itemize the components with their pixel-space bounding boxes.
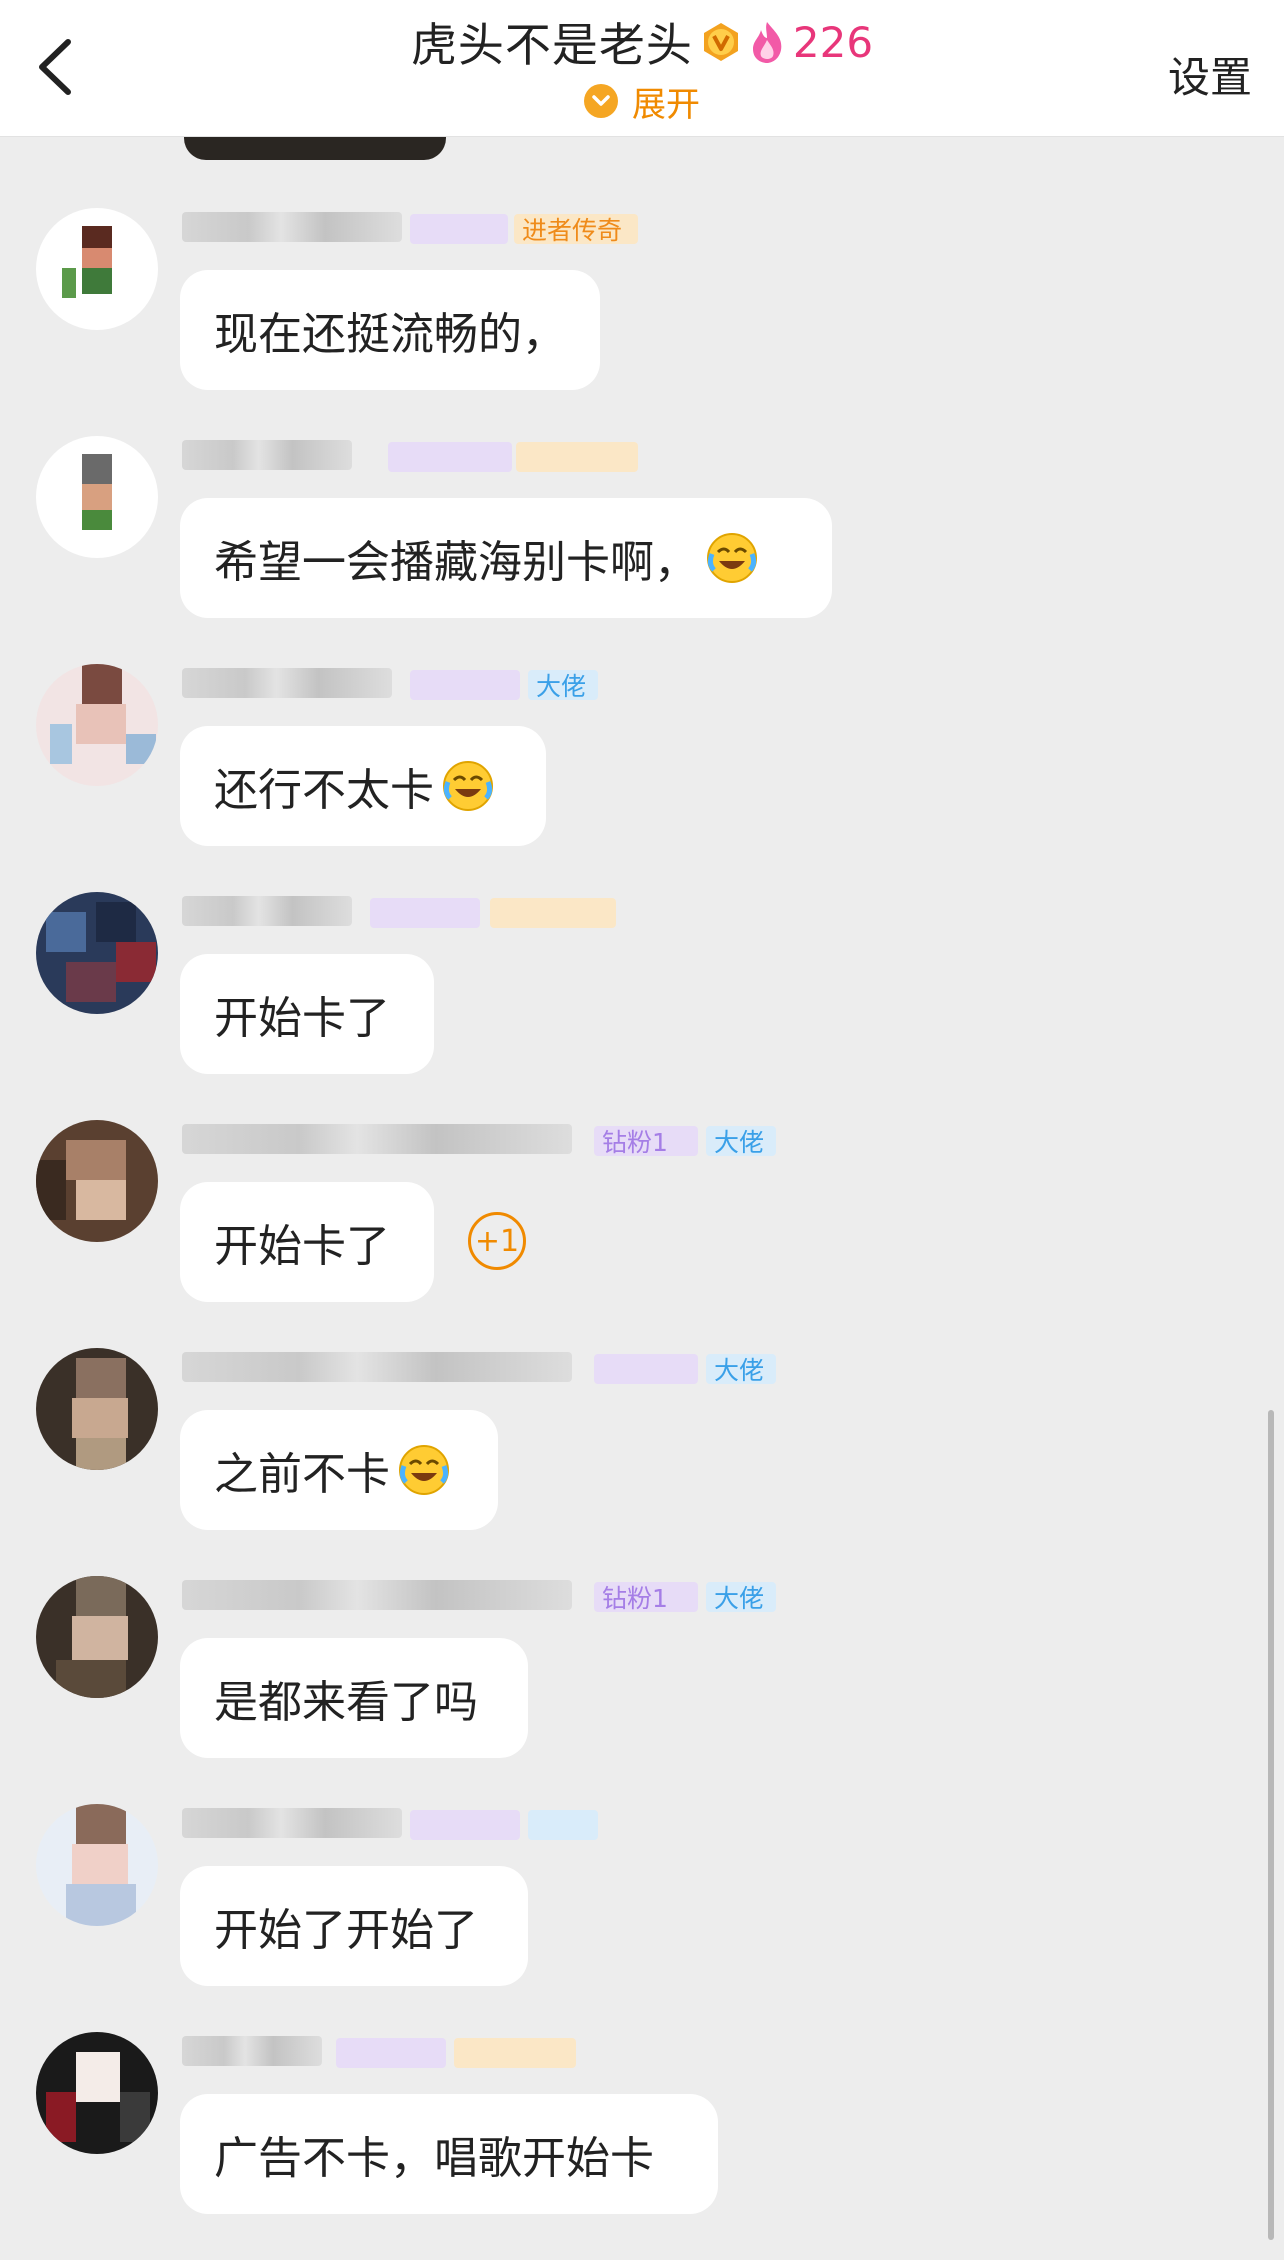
expand-toggle[interactable]: 展开: [0, 78, 1284, 125]
message-text: 希望一会播藏海别卡啊，: [214, 537, 698, 588]
tears-of-joy-icon: [707, 533, 757, 583]
username: [182, 1124, 572, 1154]
fan-badge: [410, 1810, 520, 1840]
message-text: 开始卡了: [214, 1221, 390, 1272]
avatar[interactable]: [36, 1804, 158, 1926]
chat-message: 钻粉1 大佬 是都来看了吗: [0, 1576, 1284, 1804]
avatar[interactable]: [36, 436, 158, 558]
boss-badge: 大佬: [706, 1354, 776, 1385]
avatar[interactable]: [36, 664, 158, 786]
username: [182, 1352, 572, 1382]
avatar[interactable]: [36, 1348, 158, 1470]
fan-badge: [370, 898, 480, 928]
group-title[interactable]: 虎头不是老头: [411, 9, 693, 75]
fan-badge: [336, 2038, 446, 2068]
message-text: 之前不卡: [214, 1449, 390, 1500]
chat-message: 钻粉1 大佬 开始卡了: [0, 1120, 1284, 1348]
fan-badge: [410, 214, 508, 244]
message-bubble[interactable]: 开始了开始了: [180, 1866, 528, 1986]
message-bubble[interactable]: 还行不太卡: [180, 726, 546, 846]
boss-badge: 大佬: [528, 670, 598, 701]
message-bubble[interactable]: 开始卡了: [180, 954, 434, 1074]
username: [182, 668, 392, 698]
tears-of-joy-icon: [399, 1445, 449, 1495]
message-text: 开始了开始了: [214, 1905, 478, 1956]
message-text: 广告不卡，唱歌开始卡: [214, 2133, 654, 2184]
chat-header: 虎头不是老头 226 展开 设置: [0, 0, 1284, 137]
message-bubble[interactable]: 是都来看了吗: [180, 1638, 528, 1758]
message-text: 是都来看了吗: [214, 1677, 478, 1728]
fan-badge: 钻粉1: [594, 1582, 698, 1613]
chat-message: 开始卡了: [0, 892, 1284, 1120]
avatar[interactable]: [36, 1576, 158, 1698]
avatar[interactable]: [36, 208, 158, 330]
boss-badge: [528, 1810, 598, 1840]
message-bubble[interactable]: 开始卡了: [180, 1182, 434, 1302]
fan-badge: 钻粉1: [594, 1126, 698, 1157]
chat-message: 大佬 还行不太卡: [0, 664, 1284, 892]
flame-icon: [752, 22, 782, 63]
chevron-down-icon: [584, 84, 618, 118]
message-text: 开始卡了: [214, 993, 390, 1044]
message-bubble[interactable]: 现在还挺流畅的，: [180, 270, 600, 390]
avatar[interactable]: [36, 1120, 158, 1242]
settings-button[interactable]: 设置: [1168, 44, 1252, 105]
message-text: 还行不太卡: [214, 765, 434, 816]
username: [182, 212, 402, 242]
fan-badge: [410, 670, 520, 700]
chat-message: 进者传奇 现在还挺流畅的，: [0, 208, 1284, 436]
avatar[interactable]: [36, 2032, 158, 2154]
avatar[interactable]: [36, 892, 158, 1014]
tears-of-joy-icon: [443, 761, 493, 811]
username: [182, 1808, 402, 1838]
chat-message: 开始了开始了: [0, 1804, 1284, 2032]
message-bubble[interactable]: 希望一会播藏海别卡啊，: [180, 498, 832, 618]
boss-badge: 大佬: [706, 1582, 776, 1613]
title-row: 虎头不是老头 226: [0, 9, 1284, 75]
chat-message: 广告不卡，唱歌开始卡: [0, 2032, 1284, 2260]
username: [182, 896, 352, 926]
username: [182, 440, 352, 470]
message-bubble[interactable]: 广告不卡，唱歌开始卡: [180, 2094, 718, 2214]
fan-badge: [594, 1354, 698, 1384]
fan-badge: [388, 442, 512, 472]
fire-count: 226: [792, 17, 874, 67]
verified-v-icon: [703, 23, 738, 61]
username: [182, 2036, 322, 2066]
boss-badge: 大佬: [706, 1126, 776, 1157]
level-badge: [516, 442, 638, 472]
scrollbar[interactable]: [1268, 1410, 1274, 2240]
chat-message: 大佬 之前不卡: [0, 1348, 1284, 1576]
level-badge: [490, 898, 616, 928]
message-text: 现在还挺流畅的，: [214, 309, 566, 360]
plus-one-reaction-button[interactable]: +1: [468, 1212, 526, 1270]
expand-label: 展开: [632, 84, 700, 125]
level-badge: [454, 2038, 576, 2068]
message-bubble[interactable]: 之前不卡: [180, 1410, 498, 1530]
level-badge: 进者传奇: [514, 214, 638, 245]
username: [182, 1580, 572, 1610]
chat-message: 希望一会播藏海别卡啊，: [0, 436, 1284, 664]
